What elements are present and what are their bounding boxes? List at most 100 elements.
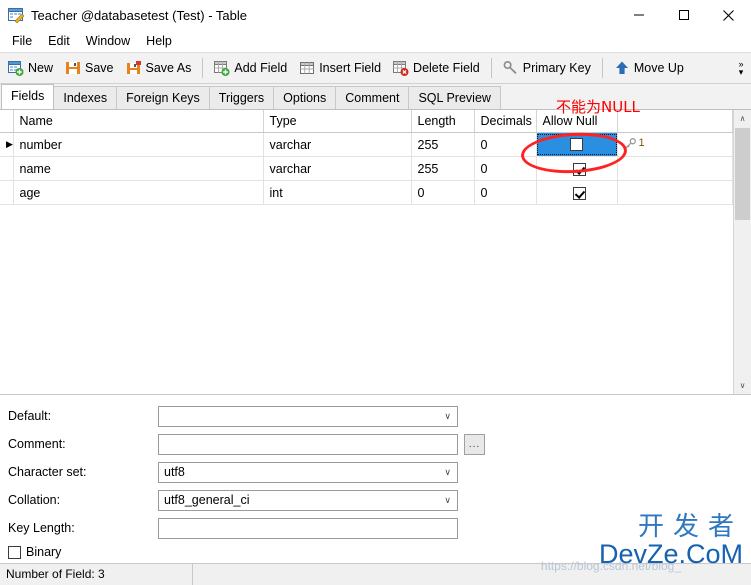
cell-field-name[interactable]: number	[13, 133, 264, 157]
column-header-name[interactable]: Name	[13, 110, 264, 133]
tab-comment[interactable]: Comment	[335, 86, 410, 109]
minimize-button[interactable]	[616, 0, 661, 30]
add-field-button[interactable]: Add Field	[208, 55, 293, 81]
cell-allow-null[interactable]	[536, 180, 618, 205]
cell-focus-outline	[536, 134, 616, 155]
key-order-label: 1	[638, 137, 645, 149]
title-bar: Teacher @databasetest (Test) - Table	[0, 0, 751, 30]
delete-field-button-label: Delete Field	[413, 61, 480, 75]
character-set-combobox[interactable]: utf8 ∨	[158, 461, 458, 483]
scrollbar-track[interactable]	[734, 220, 751, 377]
tab-sql-preview[interactable]: SQL Preview	[408, 86, 501, 109]
tab-triggers[interactable]: Triggers	[208, 86, 275, 109]
primary-key-icon	[503, 60, 519, 76]
menu-help[interactable]: Help	[138, 32, 180, 50]
new-button[interactable]: New	[2, 55, 59, 81]
allow-null-checkbox[interactable]	[570, 138, 583, 151]
save-as-button-label: Save As	[145, 61, 192, 75]
menu-file[interactable]: File	[4, 32, 40, 50]
table-row[interactable]: age int 0 0	[0, 180, 733, 205]
window-controls	[616, 0, 751, 30]
status-bar: Number of Field: 3	[0, 563, 751, 585]
default-row: Default: ∨	[8, 405, 751, 427]
new-table-icon	[8, 60, 24, 76]
table-designer-icon	[8, 7, 25, 24]
key-length-row: Key Length:	[8, 517, 751, 539]
collation-label: Collation:	[8, 493, 61, 507]
default-combobox[interactable]: ∨	[158, 405, 458, 427]
allow-null-checkbox[interactable]	[573, 162, 586, 176]
close-button[interactable]	[706, 0, 751, 30]
cell-field-length[interactable]: 0	[411, 180, 475, 205]
cell-key-indicator	[617, 180, 733, 205]
row-marker: ▶	[0, 133, 14, 157]
insert-field-button-label: Insert Field	[319, 61, 382, 75]
insert-field-button[interactable]: Insert Field	[293, 55, 387, 81]
tab-foreign-keys[interactable]: Foreign Keys	[116, 86, 210, 109]
allow-null-checkbox[interactable]	[573, 186, 586, 200]
fields-grid-body: ▶ number varchar 255 0 1 name varchar 25…	[0, 133, 733, 205]
primary-key-button-label: Primary Key	[522, 61, 591, 75]
maximize-button[interactable]	[661, 0, 706, 30]
cell-field-decimals[interactable]: 0	[474, 133, 537, 157]
grid-vertical-scrollbar[interactable]: ∧ ∨	[733, 110, 751, 394]
chevron-down-icon[interactable]: ∨	[444, 463, 451, 482]
toolbar-overflow-button[interactable]: » ▾	[733, 53, 749, 83]
binary-label: Binary	[26, 545, 62, 559]
row-marker	[0, 180, 14, 205]
cell-field-type[interactable]: varchar	[263, 156, 412, 181]
cell-field-decimals[interactable]: 0	[474, 180, 537, 205]
cell-field-name[interactable]: age	[13, 180, 264, 205]
scroll-down-arrow-icon[interactable]: ∨	[734, 377, 751, 394]
fields-grid[interactable]: Name Type Length Decimals Allow Null ▶ n…	[0, 110, 733, 394]
fields-grid-header: Name Type Length Decimals Allow Null	[0, 110, 733, 133]
field-properties-pane: Default: ∨ Comment: ... Character set: u…	[0, 395, 751, 563]
column-header-length[interactable]: Length	[411, 110, 475, 133]
cell-field-type[interactable]: int	[263, 180, 412, 205]
menu-window[interactable]: Window	[78, 32, 138, 50]
scroll-up-arrow-icon[interactable]: ∧	[734, 110, 751, 127]
cell-field-type[interactable]: varchar	[263, 133, 412, 157]
save-as-icon	[126, 60, 142, 76]
delete-field-button[interactable]: Delete Field	[387, 55, 486, 81]
collation-combobox[interactable]: utf8_general_ci ∨	[158, 489, 458, 511]
tab-fields[interactable]: Fields	[1, 84, 55, 109]
cell-allow-null[interactable]	[536, 133, 618, 157]
tab-indexes[interactable]: Indexes	[53, 86, 118, 109]
comment-ellipsis-button[interactable]: ...	[464, 433, 485, 455]
save-as-button[interactable]: Save As	[120, 55, 198, 81]
chevron-down-icon[interactable]: ∨	[444, 407, 451, 426]
table-row[interactable]: name varchar 255 0	[0, 156, 733, 181]
toolbar-separator-2	[490, 58, 492, 78]
fields-grid-area: Name Type Length Decimals Allow Null ▶ n…	[0, 110, 751, 395]
tab-options[interactable]: Options	[273, 86, 337, 109]
key-length-label: Key Length:	[8, 521, 75, 535]
binary-checkbox[interactable]	[8, 545, 21, 559]
column-header-allow-null[interactable]: Allow Null	[536, 110, 618, 133]
column-header-type[interactable]: Type	[263, 110, 412, 133]
window-title: Teacher @databasetest (Test) - Table	[31, 7, 248, 23]
move-up-button[interactable]: Move Up	[608, 55, 690, 81]
add-field-icon	[214, 60, 230, 76]
cell-field-name[interactable]: name	[13, 156, 264, 181]
primary-key-button[interactable]: Primary Key	[497, 55, 597, 81]
status-extra	[193, 564, 199, 585]
cell-field-length[interactable]: 255	[411, 156, 475, 181]
cell-field-decimals[interactable]: 0	[474, 156, 537, 181]
scrollbar-thumb[interactable]	[735, 128, 750, 220]
menu-edit[interactable]: Edit	[40, 32, 78, 50]
binary-row[interactable]: Binary	[8, 545, 751, 559]
toolbar-separator-3	[601, 58, 603, 78]
column-header-decimals[interactable]: Decimals	[474, 110, 537, 133]
cell-field-length[interactable]: 255	[411, 133, 475, 157]
key-length-input[interactable]	[158, 517, 458, 539]
comment-input[interactable]	[158, 433, 458, 455]
row-marker-header	[0, 110, 14, 133]
cell-allow-null[interactable]	[536, 156, 618, 181]
character-set-label: Character set:	[8, 465, 87, 479]
chevron-down-icon[interactable]: ∨	[444, 491, 451, 510]
primary-key-icon: 1	[624, 137, 645, 150]
table-row[interactable]: ▶ number varchar 255 0 1	[0, 133, 733, 157]
row-marker	[0, 156, 14, 181]
save-button[interactable]: Save	[59, 55, 120, 81]
